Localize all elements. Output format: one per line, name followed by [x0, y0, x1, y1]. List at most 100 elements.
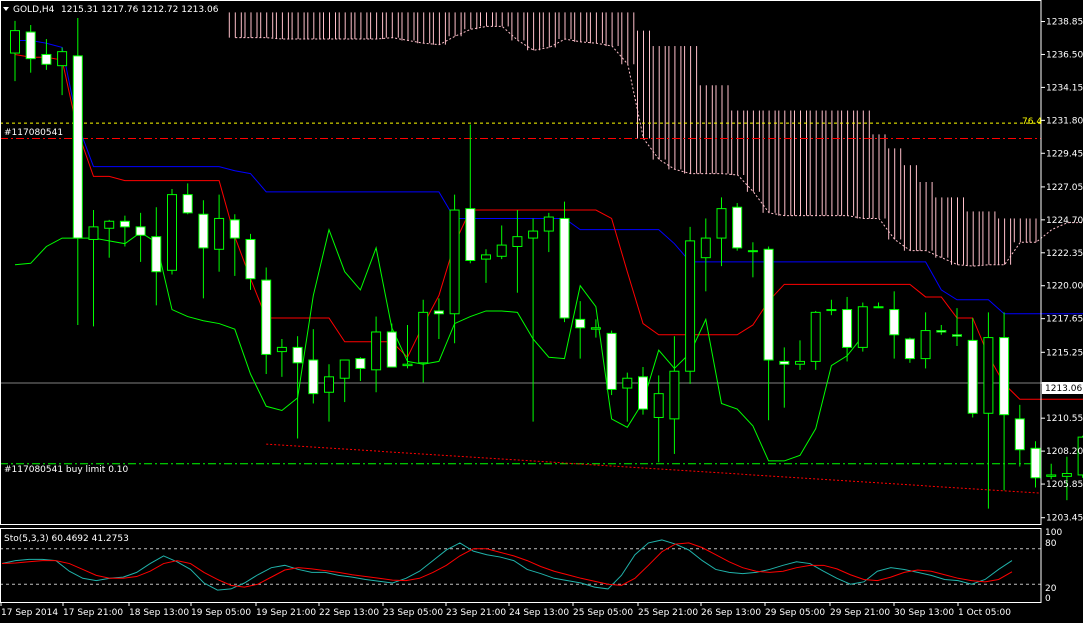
candle-bull — [873, 306, 884, 309]
time-tick-label: 19 Sep 21:00 — [256, 608, 316, 618]
price-tick-label: 1236.50 — [1046, 50, 1083, 60]
candle-bear — [936, 330, 947, 333]
time-tick-label: 17 Sep 2014 — [1, 608, 58, 618]
candle-bull — [167, 194, 177, 271]
candle-bull — [685, 240, 696, 372]
candle-bull — [496, 244, 507, 257]
candle-bull — [983, 337, 994, 414]
time-tick-label: 19 Sep 05:00 — [191, 608, 251, 618]
candle-bull — [700, 237, 711, 259]
stoch-level-0: 0 — [1045, 594, 1051, 604]
candle-bull — [10, 30, 20, 54]
candle-bear — [889, 309, 900, 336]
menu-triangle-icon[interactable] — [3, 7, 9, 11]
price-tick-label: 1238.85 — [1046, 18, 1083, 28]
candle-bull — [512, 236, 523, 247]
candle-bear — [779, 360, 790, 365]
candle-bull — [795, 360, 805, 365]
candlesticks — [10, 18, 1083, 509]
candle-bear — [229, 219, 240, 239]
price-tick-label: 1220.00 — [1046, 282, 1083, 292]
candle-bear — [465, 208, 476, 261]
time-tick-label: 23 Sep 21:00 — [446, 608, 506, 618]
chart-window: 1238.85 1236.50 1234.15 1231.80 1229.45 1227.… — [0, 0, 1083, 618]
buy-limit-label: #117080541 buy limit 0.10 — [4, 465, 129, 475]
candle-bull — [543, 216, 554, 232]
stochastic-signal-line — [1, 542, 1013, 588]
candle-bear — [308, 359, 319, 395]
time-tick-label: 29 Sep 05:00 — [765, 608, 825, 618]
time-tick-label: 26 Sep 13:00 — [701, 608, 761, 618]
candle-bear — [261, 279, 272, 355]
time-tick-label: 25 Sep 21:00 — [638, 608, 698, 618]
candle-bull — [810, 311, 821, 362]
kijun-sen-line — [15, 39, 1083, 315]
candle-bear — [119, 220, 130, 228]
stochastic-panel — [0, 539, 1041, 591]
time-tick-label: 1 Oct 05:00 — [958, 608, 1011, 618]
time-tick-label: 29 Sep 21:00 — [830, 608, 890, 618]
stoch-level-80: 80 — [1045, 539, 1057, 549]
symbol-label: GOLD,H4 — [13, 5, 55, 15]
candle-bull — [716, 208, 727, 239]
candle-bear — [72, 55, 83, 239]
candle-bear — [1014, 418, 1025, 451]
candle-bear — [433, 310, 444, 315]
ichimoku-cloud — [228, 12, 1083, 267]
candle-bull — [920, 330, 931, 360]
candle-bull — [653, 393, 664, 418]
candle-bull — [1046, 474, 1057, 477]
candle-bear — [386, 331, 397, 368]
time-tick-label: 25 Sep 05:00 — [573, 608, 633, 618]
candle-bear — [952, 334, 962, 337]
candle-bear — [638, 376, 648, 410]
candle-bear — [198, 213, 209, 249]
candle-bull — [449, 209, 460, 315]
candle-bull — [214, 217, 225, 250]
candle-bear — [559, 217, 570, 319]
candle-bear — [292, 346, 303, 364]
price-tick-label: 1231.80 — [1046, 116, 1083, 126]
price-tick-label: 1203.45 — [1046, 514, 1083, 524]
current-price-label: 1213.06 — [1045, 384, 1082, 394]
candle-bull — [481, 254, 491, 260]
candle-bear — [967, 339, 978, 414]
candle-bear — [355, 358, 366, 369]
candle-bear — [606, 332, 617, 390]
stoch-level-20: 20 — [1045, 584, 1057, 594]
candle-bull — [324, 376, 334, 393]
time-tick-label: 30 Sep 13:00 — [894, 608, 954, 618]
stoch-level-100: 100 — [1045, 528, 1062, 538]
candle-bull — [747, 250, 758, 253]
price-tick-label: 1215.25 — [1046, 348, 1083, 358]
price-tick-label: 1224.70 — [1046, 216, 1083, 226]
candle-bull — [104, 220, 115, 229]
ohlc-readout: 1215.31 1217.76 1212.72 1213.06 — [61, 5, 219, 15]
stochastic-main-line — [1, 539, 1013, 591]
candle-bear — [575, 318, 586, 329]
candle-bull — [669, 370, 680, 420]
candle-bull — [402, 363, 413, 367]
candle-bear — [151, 236, 162, 273]
candle-bear — [25, 31, 36, 60]
candle-bull — [826, 309, 837, 312]
time-axis: 17 Sep 2014 17 Sep 21:00 18 Sep 13:00 19 Se… — [0, 602, 1011, 618]
price-tick-label: 1208.20 — [1046, 447, 1083, 457]
candle-bull — [1061, 473, 1072, 477]
candle-bull — [418, 311, 429, 364]
trendline — [266, 443, 1042, 494]
candle-bear — [842, 309, 853, 348]
candle-bull — [88, 226, 99, 240]
time-tick-label: 17 Sep 21:00 — [63, 608, 123, 618]
chikou-span-line — [14, 227, 864, 462]
candle-bear — [182, 194, 193, 214]
candle-bear — [245, 238, 256, 280]
time-tick-label: 18 Sep 13:00 — [129, 608, 189, 618]
candle-bear — [732, 206, 743, 249]
time-tick-label: 22 Sep 13:00 — [319, 608, 379, 618]
fib-level-label: 76.4 — [1022, 117, 1042, 127]
candle-bear — [763, 248, 774, 361]
candle-bear — [135, 226, 146, 236]
price-tick-label: 1227.05 — [1046, 183, 1083, 193]
price-tick-label: 1210.55 — [1046, 414, 1083, 424]
